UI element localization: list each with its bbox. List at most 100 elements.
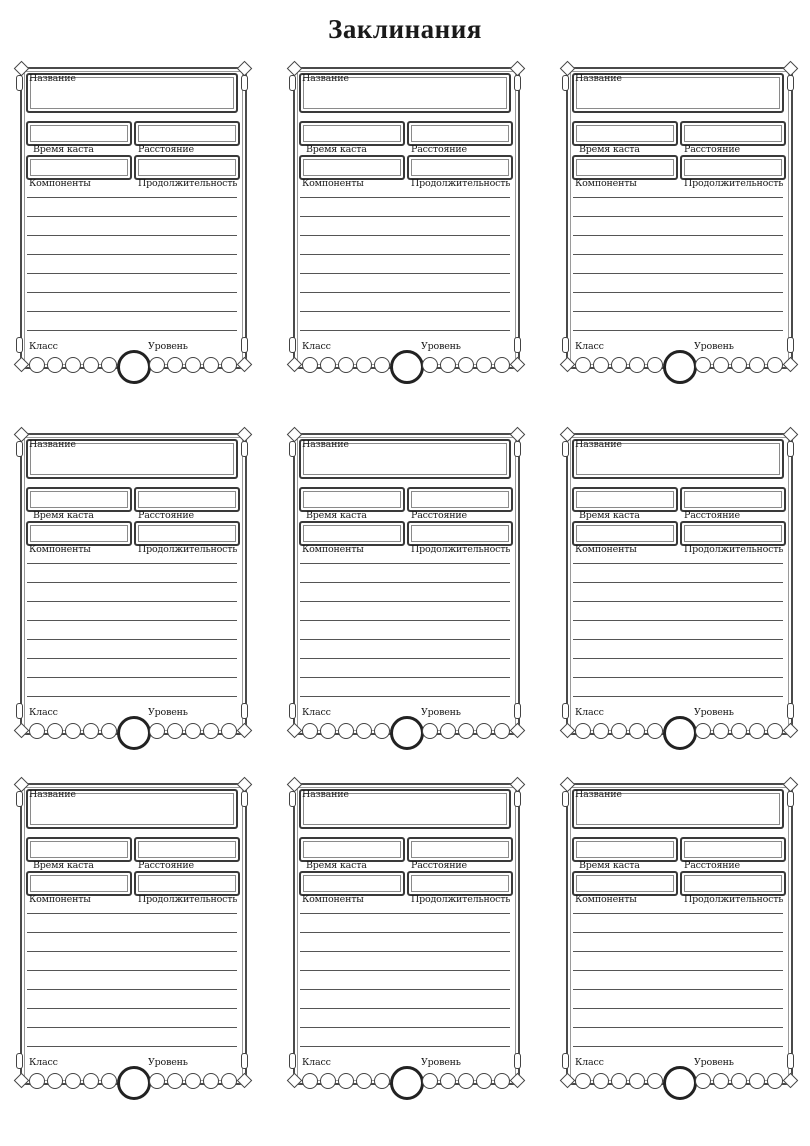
slot-circle[interactable]: [65, 357, 81, 373]
description-line[interactable]: [27, 677, 237, 678]
level-circle[interactable]: [390, 1066, 424, 1100]
duration-field[interactable]: [134, 521, 240, 546]
slot-circle[interactable]: [767, 723, 783, 739]
description-line[interactable]: [573, 913, 783, 914]
slot-circle[interactable]: [422, 357, 438, 373]
description-line[interactable]: [300, 1027, 510, 1028]
cast-time-field[interactable]: [572, 837, 678, 862]
description-line[interactable]: [27, 311, 237, 312]
slot-circle[interactable]: [29, 357, 45, 373]
slot-circle[interactable]: [713, 357, 729, 373]
level-circle[interactable]: [117, 1066, 151, 1100]
level-circle[interactable]: [663, 716, 697, 750]
slot-circle[interactable]: [47, 1073, 63, 1089]
cast-time-field[interactable]: [26, 121, 132, 146]
description-line[interactable]: [573, 1008, 783, 1009]
description-line[interactable]: [300, 932, 510, 933]
slot-circle[interactable]: [29, 1073, 45, 1089]
slot-circle[interactable]: [374, 723, 390, 739]
slot-circle[interactable]: [731, 357, 747, 373]
slot-circle[interactable]: [647, 1073, 663, 1089]
description-line[interactable]: [300, 970, 510, 971]
description-line[interactable]: [27, 620, 237, 621]
slot-circle[interactable]: [83, 357, 99, 373]
range-field[interactable]: [680, 837, 786, 862]
duration-field[interactable]: [407, 521, 513, 546]
slot-circle[interactable]: [374, 357, 390, 373]
description-line[interactable]: [573, 216, 783, 217]
description-line[interactable]: [573, 658, 783, 659]
range-field[interactable]: [407, 837, 513, 862]
description-line[interactable]: [300, 677, 510, 678]
slot-circle[interactable]: [221, 723, 237, 739]
slot-circle[interactable]: [749, 723, 765, 739]
duration-field[interactable]: [680, 871, 786, 896]
slot-circle[interactable]: [476, 723, 492, 739]
slot-circle[interactable]: [83, 1073, 99, 1089]
slot-circle[interactable]: [356, 357, 372, 373]
description-line[interactable]: [573, 254, 783, 255]
description-line[interactable]: [27, 273, 237, 274]
description-line[interactable]: [573, 235, 783, 236]
slot-circle[interactable]: [647, 357, 663, 373]
slot-circle[interactable]: [185, 1073, 201, 1089]
level-circle[interactable]: [663, 350, 697, 384]
description-line[interactable]: [27, 639, 237, 640]
description-line[interactable]: [300, 639, 510, 640]
slot-circle[interactable]: [422, 723, 438, 739]
slot-circle[interactable]: [167, 723, 183, 739]
slot-circle[interactable]: [302, 1073, 318, 1089]
slot-circle[interactable]: [29, 723, 45, 739]
slot-circle[interactable]: [575, 723, 591, 739]
duration-field[interactable]: [134, 155, 240, 180]
description-line[interactable]: [27, 1027, 237, 1028]
range-field[interactable]: [680, 487, 786, 512]
description-line[interactable]: [300, 563, 510, 564]
description-line[interactable]: [573, 273, 783, 274]
slot-circle[interactable]: [167, 357, 183, 373]
slot-circle[interactable]: [476, 1073, 492, 1089]
slot-circle[interactable]: [338, 723, 354, 739]
description-line[interactable]: [573, 989, 783, 990]
description-line[interactable]: [300, 254, 510, 255]
cast-time-field[interactable]: [299, 121, 405, 146]
slot-circle[interactable]: [695, 357, 711, 373]
description-line[interactable]: [300, 601, 510, 602]
description-line[interactable]: [300, 620, 510, 621]
duration-field[interactable]: [680, 521, 786, 546]
slot-circle[interactable]: [320, 1073, 336, 1089]
components-field[interactable]: [26, 871, 132, 896]
description-line[interactable]: [27, 330, 237, 331]
slot-circle[interactable]: [440, 723, 456, 739]
description-line[interactable]: [300, 216, 510, 217]
description-line[interactable]: [27, 563, 237, 564]
slot-circle[interactable]: [611, 1073, 627, 1089]
description-line[interactable]: [300, 696, 510, 697]
cast-time-field[interactable]: [299, 837, 405, 862]
description-line[interactable]: [27, 1008, 237, 1009]
slot-circle[interactable]: [629, 357, 645, 373]
slot-circle[interactable]: [149, 357, 165, 373]
level-circle[interactable]: [390, 350, 424, 384]
cast-time-field[interactable]: [26, 487, 132, 512]
description-line[interactable]: [27, 1046, 237, 1047]
slot-circle[interactable]: [629, 723, 645, 739]
slot-circle[interactable]: [221, 357, 237, 373]
components-field[interactable]: [572, 155, 678, 180]
description-line[interactable]: [27, 951, 237, 952]
components-field[interactable]: [26, 521, 132, 546]
description-line[interactable]: [300, 913, 510, 914]
slot-circle[interactable]: [611, 723, 627, 739]
range-field[interactable]: [134, 487, 240, 512]
slot-circle[interactable]: [101, 357, 117, 373]
description-line[interactable]: [300, 235, 510, 236]
slot-circle[interactable]: [647, 723, 663, 739]
slot-circle[interactable]: [203, 357, 219, 373]
description-line[interactable]: [300, 951, 510, 952]
description-line[interactable]: [27, 696, 237, 697]
description-line[interactable]: [573, 696, 783, 697]
range-field[interactable]: [134, 837, 240, 862]
cast-time-field[interactable]: [572, 487, 678, 512]
description-line[interactable]: [27, 913, 237, 914]
slot-circle[interactable]: [101, 1073, 117, 1089]
